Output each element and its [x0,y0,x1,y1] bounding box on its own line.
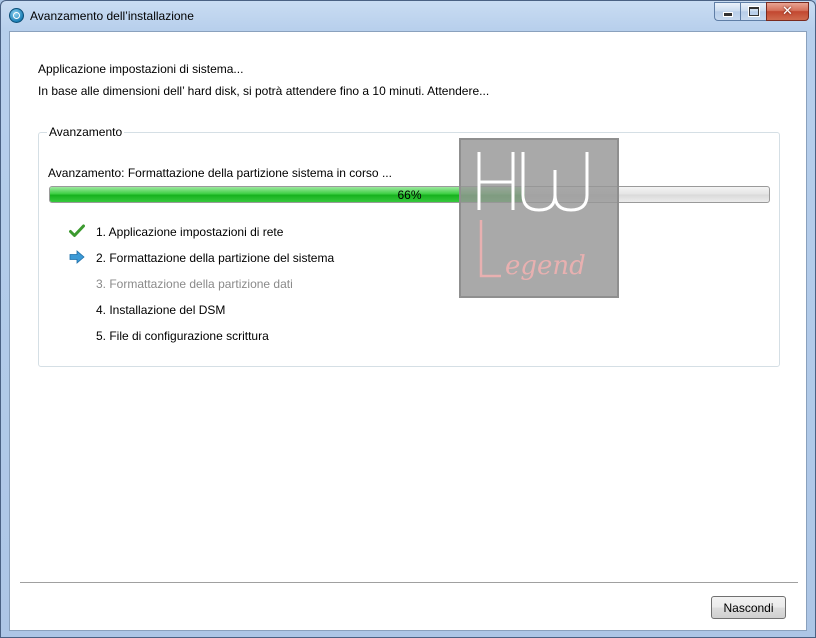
footer-divider [20,582,798,584]
close-icon: ✕ [782,4,793,19]
maximize-icon [748,7,759,16]
step-label: 3. Formattazione della partizione dati [96,277,293,291]
progress-bar: 66% [49,186,770,203]
checkmark-icon [69,224,85,237]
arrow-right-icon [69,250,85,264]
step-label: 5. File di configurazione scrittura [96,329,269,343]
groupbox-legend: Avanzamento [47,125,125,139]
progress-status-text: Avanzamento: Formattazione della partizi… [48,166,392,180]
step-item: 2. Formattazione della partizione del si… [69,247,469,273]
hw-legend-logo-icon: egend [477,152,589,281]
hide-button[interactable]: Nascondi [711,596,786,619]
step-label: 1. Applicazione impostazioni di rete [96,225,284,239]
watermark-logo: egend [459,138,619,298]
step-item: 4. Installazione del DSM [69,299,469,325]
window-content: Applicazione impostazioni di sistema... … [9,31,807,631]
minimize-icon [722,12,733,17]
app-icon [9,8,24,23]
status-message: Applicazione impostazioni di sistema... [38,62,244,76]
maximize-button[interactable] [740,2,766,21]
wait-message: In base alle dimensioni dell’ hard disk,… [38,84,490,98]
svg-text:egend: egend [505,251,586,281]
window-title: Avanzamento dell’installazione [30,9,194,23]
step-item: 3. Formattazione della partizione dati [69,273,469,299]
step-label: 2. Formattazione della partizione del si… [96,251,335,265]
title-bar[interactable]: Avanzamento dell’installazione ✕ [1,1,815,31]
close-button[interactable]: ✕ [766,2,809,21]
progress-percent: 66% [397,188,422,202]
step-item: 1. Applicazione impostazioni di rete [69,221,469,247]
progress-groupbox: Avanzamento Avanzamento: Formattazione d… [38,125,780,367]
window-controls: ✕ [714,2,809,21]
step-label: 4. Installazione del DSM [96,303,226,317]
installer-window: Avanzamento dell’installazione ✕ Applica… [0,0,816,638]
step-item: 5. File di configurazione scrittura [69,325,469,351]
minimize-button[interactable] [714,2,740,21]
steps-list: 1. Applicazione impostazioni di rete 2. … [69,221,469,351]
